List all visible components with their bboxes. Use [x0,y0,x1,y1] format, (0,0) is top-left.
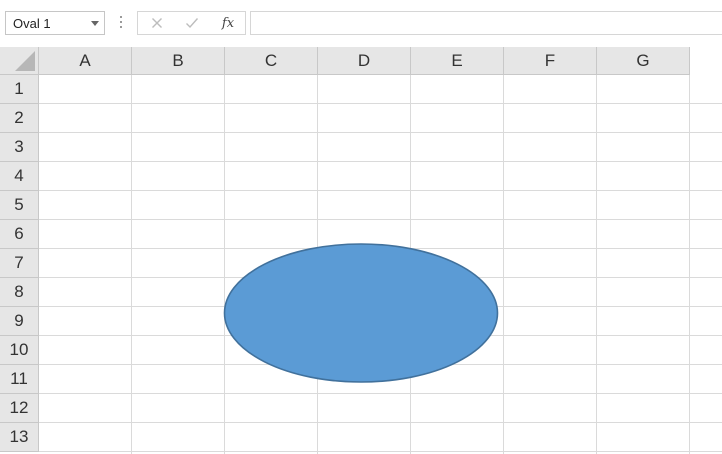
fx-icon: fx [221,15,235,31]
name-box[interactable]: Oval 1 [5,11,105,35]
row-header-3[interactable]: 3 [0,133,39,162]
row-header-12[interactable]: 12 [0,394,39,423]
gridline-horizontal [39,161,722,162]
gridline-horizontal [39,451,722,452]
gridline-horizontal [39,190,722,191]
cancel-button[interactable] [143,12,171,34]
formula-bar: Oval 1 fx [0,0,722,47]
row-header-4[interactable]: 4 [0,162,39,191]
gridline-horizontal [39,393,722,394]
enter-button[interactable] [178,12,206,34]
checkmark-icon [186,18,199,29]
gridline-horizontal [39,132,722,133]
row-header-7[interactable]: 7 [0,249,39,278]
row-header-10[interactable]: 10 [0,336,39,365]
chevron-down-icon[interactable] [91,21,99,26]
column-header-g[interactable]: G [597,47,690,75]
row-header-6[interactable]: 6 [0,220,39,249]
column-header-a[interactable]: A [39,47,132,75]
excel-window: Oval 1 fx A B C D E F G 1 2 3 4 5 6 7 8 … [0,0,722,454]
select-all-button[interactable] [0,47,39,75]
row-header-5[interactable]: 5 [0,191,39,220]
name-box-value: Oval 1 [13,16,51,31]
column-header-b[interactable]: B [132,47,225,75]
select-all-triangle-icon [15,51,35,71]
insert-function-button[interactable]: fx [214,12,242,34]
gridline-horizontal [39,422,722,423]
row-header-13[interactable]: 13 [0,423,39,452]
oval-shape[interactable] [223,243,499,383]
gridline-horizontal [39,103,722,104]
row-header-9[interactable]: 9 [0,307,39,336]
vertical-dots-icon[interactable] [120,16,123,30]
row-header-8[interactable]: 8 [0,278,39,307]
column-header-d[interactable]: D [318,47,411,75]
row-header-1[interactable]: 1 [0,75,39,104]
close-icon [152,18,162,28]
gridline-horizontal [39,219,722,220]
row-header-11[interactable]: 11 [0,365,39,394]
column-header-e[interactable]: E [411,47,504,75]
column-header-f[interactable]: F [504,47,597,75]
formula-buttons: fx [137,11,246,35]
row-header-2[interactable]: 2 [0,104,39,133]
column-header-c[interactable]: C [225,47,318,75]
formula-input[interactable] [250,11,722,35]
